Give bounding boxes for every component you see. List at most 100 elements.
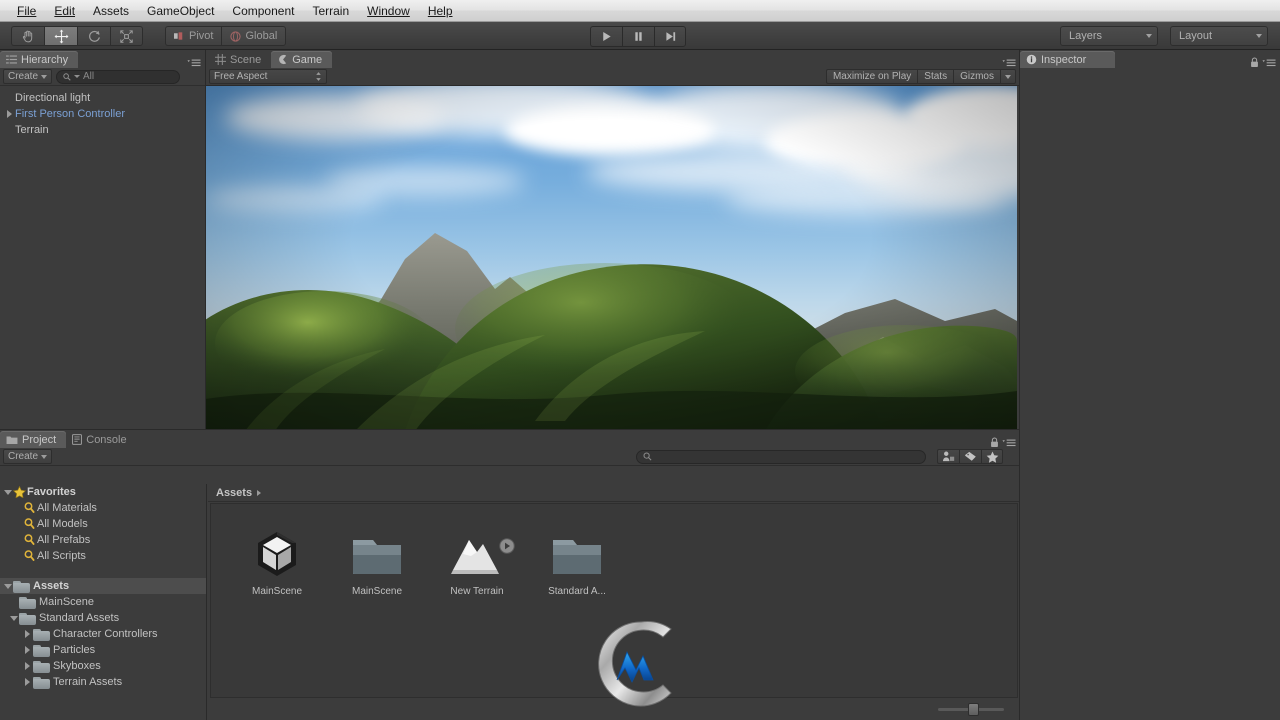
- asset-label: New Terrain: [450, 586, 504, 597]
- layers-dropdown[interactable]: Layers: [1060, 26, 1158, 46]
- favorite-filter-button[interactable]: [981, 449, 1003, 464]
- project-tabrow: Project Console: [0, 430, 1020, 448]
- tree-expand-toggle[interactable]: [4, 110, 15, 118]
- move-icon: [54, 29, 68, 43]
- play-button[interactable]: [590, 26, 622, 47]
- tab-scene[interactable]: Scene: [209, 51, 272, 68]
- menu-window[interactable]: Window: [358, 2, 419, 20]
- tree-item-favorites[interactable]: Favorites: [0, 484, 206, 500]
- tree-expand-toggle[interactable]: [22, 646, 33, 654]
- hamburger-icon[interactable]: [187, 58, 201, 68]
- rotate-tool-button[interactable]: [77, 26, 110, 46]
- tab-inspector-label: Inspector: [1041, 53, 1087, 66]
- chevron-down-icon: [1146, 34, 1152, 38]
- menu-window-label: Window: [367, 3, 410, 18]
- hamburger-icon[interactable]: [1002, 438, 1016, 448]
- tree-expand-toggle[interactable]: [22, 678, 33, 686]
- lock-icon[interactable]: [1250, 57, 1259, 68]
- hand-tool-button[interactable]: [11, 26, 44, 46]
- tree-item-mainscene[interactable]: MainScene: [0, 594, 206, 610]
- tree-expand-toggle[interactable]: [2, 583, 13, 589]
- aspect-ratio-dropdown[interactable]: Free Aspect: [209, 69, 327, 84]
- asset-item-mainscene-scene[interactable]: MainScene: [239, 526, 315, 597]
- hierarchy-item-label: Directional light: [15, 92, 91, 104]
- divider-inspector[interactable]: [1019, 50, 1020, 720]
- tab-console[interactable]: Console: [66, 431, 137, 448]
- tree-item-assets[interactable]: Assets: [0, 578, 206, 594]
- tree-item-all-prefabs[interactable]: All Prefabs: [0, 532, 206, 548]
- tree-item-character-controllers[interactable]: Character Controllers: [0, 626, 206, 642]
- tree-item-terrain-assets[interactable]: Terrain Assets: [0, 674, 206, 690]
- unity-scene-icon: [258, 532, 296, 576]
- tab-project-label: Project: [22, 433, 57, 446]
- global-toggle-button[interactable]: Global: [221, 26, 287, 46]
- tree-expand-toggle[interactable]: [2, 489, 13, 495]
- step-button[interactable]: [654, 26, 686, 47]
- pause-button[interactable]: [622, 26, 654, 47]
- gizmos-button[interactable]: Gizmos: [953, 69, 1000, 84]
- menu-file[interactable]: File: [8, 2, 45, 20]
- game-render-surface[interactable]: [205, 86, 1017, 431]
- menu-component[interactable]: Component: [223, 2, 303, 20]
- tab-project[interactable]: Project: [0, 431, 67, 448]
- star-icon: [13, 486, 27, 498]
- hierarchy-tab-icons: [187, 58, 205, 68]
- divider-hierarchy-game[interactable]: [205, 50, 206, 430]
- asset-item-new-terrain[interactable]: New Terrain: [439, 526, 515, 597]
- asset-type-filter-button[interactable]: [937, 449, 959, 464]
- hierarchy-item-terrain[interactable]: Terrain: [0, 122, 205, 138]
- lock-icon[interactable]: [990, 437, 999, 448]
- tree-item-label: Favorites: [27, 486, 76, 498]
- asset-item-standard-assets[interactable]: Standard A...: [539, 526, 615, 597]
- project-search-input[interactable]: [636, 449, 926, 464]
- play-badge-icon[interactable]: [499, 538, 515, 554]
- menu-gameobject[interactable]: GameObject: [138, 2, 223, 20]
- asset-thumb: [239, 526, 315, 582]
- breadcrumb[interactable]: Assets: [208, 484, 1020, 502]
- gizmos-dropdown[interactable]: [1000, 69, 1016, 84]
- tree-expand-toggle[interactable]: [22, 662, 33, 670]
- menu-assets[interactable]: Assets: [84, 2, 138, 20]
- hierarchy-item-directional-light[interactable]: Directional light: [0, 90, 205, 106]
- tree-item-particles[interactable]: Particles: [0, 642, 206, 658]
- terrain-icon: [451, 540, 499, 574]
- move-tool-button[interactable]: [44, 26, 77, 46]
- tree-item-skyboxes[interactable]: Skyboxes: [0, 658, 206, 674]
- layout-dropdown[interactable]: Layout: [1170, 26, 1268, 46]
- tree-expand-toggle[interactable]: [22, 630, 33, 638]
- tree-expand-toggle[interactable]: [8, 615, 19, 621]
- menu-terrain[interactable]: Terrain: [303, 2, 358, 20]
- hierarchy-create-button[interactable]: Create: [3, 69, 53, 84]
- tree-item-all-materials[interactable]: All Materials: [0, 500, 206, 516]
- scale-tool-button[interactable]: [110, 26, 143, 46]
- project-create-button[interactable]: Create: [3, 449, 53, 464]
- tree-item-label: Character Controllers: [53, 628, 158, 640]
- transform-tools-group: [11, 26, 143, 46]
- maximize-on-play-button[interactable]: Maximize on Play: [825, 69, 918, 84]
- menu-edit[interactable]: Edit: [45, 2, 84, 20]
- tab-hierarchy[interactable]: Hierarchy: [0, 51, 79, 68]
- asset-item-mainscene-folder[interactable]: MainScene: [339, 526, 415, 597]
- tree-item-standard-assets[interactable]: Standard Assets: [0, 610, 206, 626]
- tree-item-all-models[interactable]: All Models: [0, 516, 206, 532]
- tab-game[interactable]: Game: [271, 51, 333, 68]
- pivot-toggle-button[interactable]: Pivot: [165, 26, 222, 46]
- slider-knob[interactable]: [968, 703, 979, 716]
- label-filter-button[interactable]: [959, 449, 981, 464]
- chevron-down-icon: [1256, 34, 1262, 38]
- hamburger-icon[interactable]: [1002, 58, 1016, 68]
- hierarchy-search-input[interactable]: All: [56, 69, 181, 84]
- asset-label: MainScene: [351, 586, 403, 597]
- chevron-down-icon: [74, 75, 81, 78]
- tree-item-label: All Scripts: [37, 550, 86, 562]
- hierarchy-search-placeholder: All: [83, 71, 95, 82]
- tab-inspector[interactable]: Inspector: [1020, 51, 1115, 68]
- stats-button[interactable]: Stats: [917, 69, 954, 84]
- thumbnail-size-slider[interactable]: [938, 703, 1004, 716]
- info-icon: [1026, 54, 1037, 65]
- hierarchy-item-first-person-controller[interactable]: First Person Controller: [0, 106, 205, 122]
- hamburger-icon[interactable]: [1262, 58, 1276, 68]
- tree-item-all-scripts[interactable]: All Scripts: [0, 548, 206, 564]
- menu-help[interactable]: Help: [419, 2, 462, 20]
- divider-project[interactable]: [0, 429, 1020, 430]
